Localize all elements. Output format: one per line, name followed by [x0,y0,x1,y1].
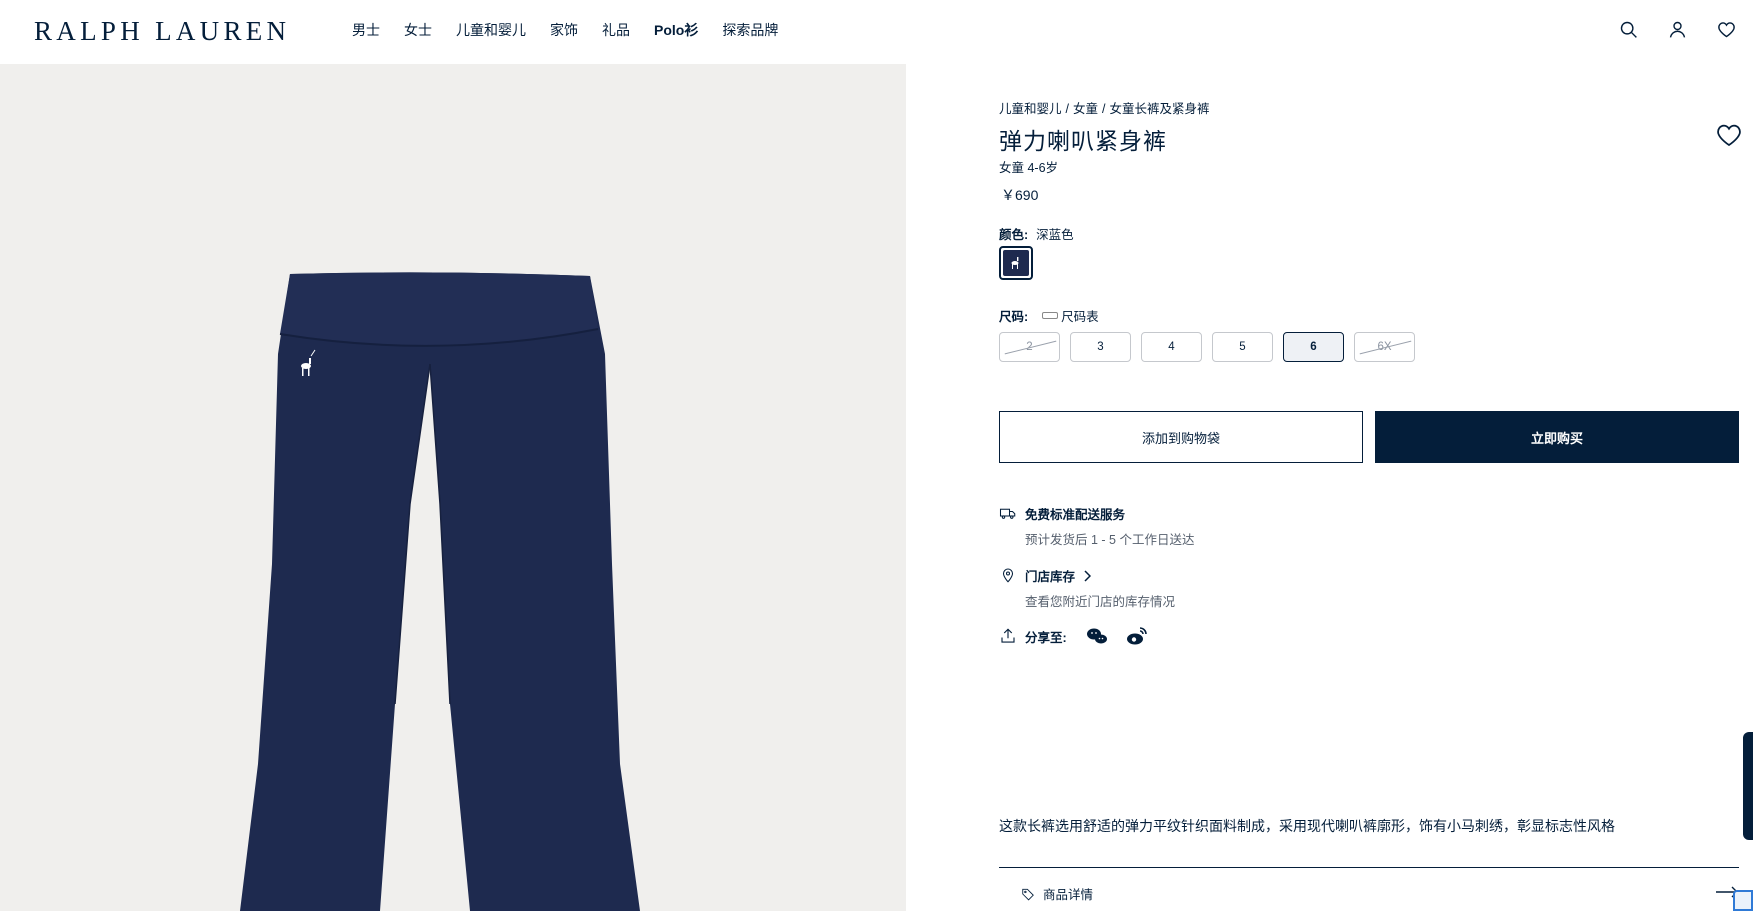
color-selector-label: 颜色: 深蓝色 [999,224,1074,243]
weibo-icon[interactable] [1125,624,1149,648]
product-price: ￥690 [1001,187,1039,203]
color-value: 深蓝色 [1036,228,1074,242]
product-description: 这款长裤选用舒适的弹力平纹针织面料制成，采用现代喇叭裤廓形，饰有小马刺绣，彰显标… [999,818,1615,834]
breadcrumb-girls[interactable]: 女童 [1073,102,1098,116]
color-swatch-navy[interactable] [999,246,1033,280]
store-stock-label: 门店库存 [1025,570,1076,584]
pony-icon [1011,257,1019,269]
header-icons [1618,19,1737,40]
size-option-5[interactable]: 5 [1212,332,1273,362]
nav-item-men[interactable]: 男士 [352,20,380,40]
wechat-icon[interactable] [1085,624,1109,648]
breadcrumb-kids[interactable]: 儿童和婴儿 [999,102,1062,116]
main-nav: 男士 女士 儿童和婴儿 家饰 礼品 Polo衫 探索品牌 [352,20,802,40]
delivery-truck-icon [999,508,1016,519]
search-icon[interactable] [1618,19,1639,40]
chat-widget-icon[interactable] [1733,890,1753,911]
buy-now-button[interactable]: 立即购买 [1375,411,1739,463]
ruler-icon [1042,312,1059,319]
size-options: 2 3 4 5 6 6X [999,332,1415,362]
product-image[interactable] [0,64,906,911]
store-stock-info[interactable]: 门店库存 查看您附近门店的库存情况 [999,566,1175,610]
nav-item-home[interactable]: 家饰 [550,20,578,40]
share-label: 分享至: [1025,630,1067,645]
shipping-subtitle: 预计发货后 1 - 5 个工作日送达 [1025,533,1195,547]
account-icon[interactable] [1667,19,1688,40]
brand-logo[interactable]: RALPH LAUREN [34,16,290,47]
size-option-6x[interactable]: 6X [1354,332,1415,362]
wishlist-icon[interactable] [1716,19,1737,40]
product-details-label: 商品详情 [1043,888,1094,902]
share-row: 分享至: [999,624,1165,648]
add-to-wishlist-heart-icon[interactable] [1714,120,1744,150]
size-option-2[interactable]: 2 [999,332,1060,362]
nav-item-kids[interactable]: 儿童和婴儿 [456,20,526,40]
breadcrumb-girls-pants[interactable]: 女童长裤及紧身裤 [1110,102,1210,116]
store-stock-title: 门店库存 [1025,566,1175,585]
product-subtitle: 女童 4-6岁 [999,161,1059,175]
breadcrumb-separator: / [1065,102,1069,116]
size-option-3[interactable]: 3 [1070,332,1131,362]
shipping-title: 免费标准配送服务 [1025,508,1126,522]
size-chart-link[interactable]: 尺码表 [1042,306,1099,325]
floating-side-tab[interactable] [1743,732,1753,840]
product-info: 儿童和婴儿 / 女童 / 女童长裤及紧身裤 弹力喇叭紧身裤 女童 4-6岁 ￥690 颜… [999,64,1741,911]
nav-item-explore[interactable]: 探索品牌 [722,20,778,40]
chevron-right-icon [1084,569,1092,582]
product-title: 弹力喇叭紧身裤 [999,128,1167,154]
location-pin-icon [1002,568,1014,583]
share-icon [1001,628,1015,643]
nav-item-gifts[interactable]: 礼品 [602,20,630,40]
size-label: 尺码: [999,310,1029,324]
add-to-bag-button[interactable]: 添加到购物袋 [999,411,1363,463]
tag-icon [1022,888,1034,900]
store-stock-subtitle: 查看您附近门店的库存情况 [1025,595,1176,609]
divider [999,867,1739,868]
size-chart-label: 尺码表 [1061,310,1099,324]
breadcrumb: 儿童和婴儿 / 女童 / 女童长裤及紧身裤 [999,98,1210,117]
size-option-4[interactable]: 4 [1141,332,1202,362]
size-option-6[interactable]: 6 [1283,332,1344,362]
nav-item-women[interactable]: 女士 [404,20,432,40]
shipping-info: 免费标准配送服务 预计发货后 1 - 5 个工作日送达 [999,504,1194,548]
swatch-fill [1003,250,1029,276]
pants-illustration [240,272,640,911]
product-details-toggle[interactable]: 商品详情 [1021,884,1739,903]
size-selector-label: 尺码: 尺码表 [999,306,1099,325]
color-label: 颜色: [999,228,1029,242]
nav-item-polo[interactable]: Polo衫 [654,20,698,40]
breadcrumb-separator: / [1102,102,1106,116]
site-header: RALPH LAUREN 男士 女士 儿童和婴儿 家饰 礼品 Polo衫 探索品… [0,0,1753,64]
